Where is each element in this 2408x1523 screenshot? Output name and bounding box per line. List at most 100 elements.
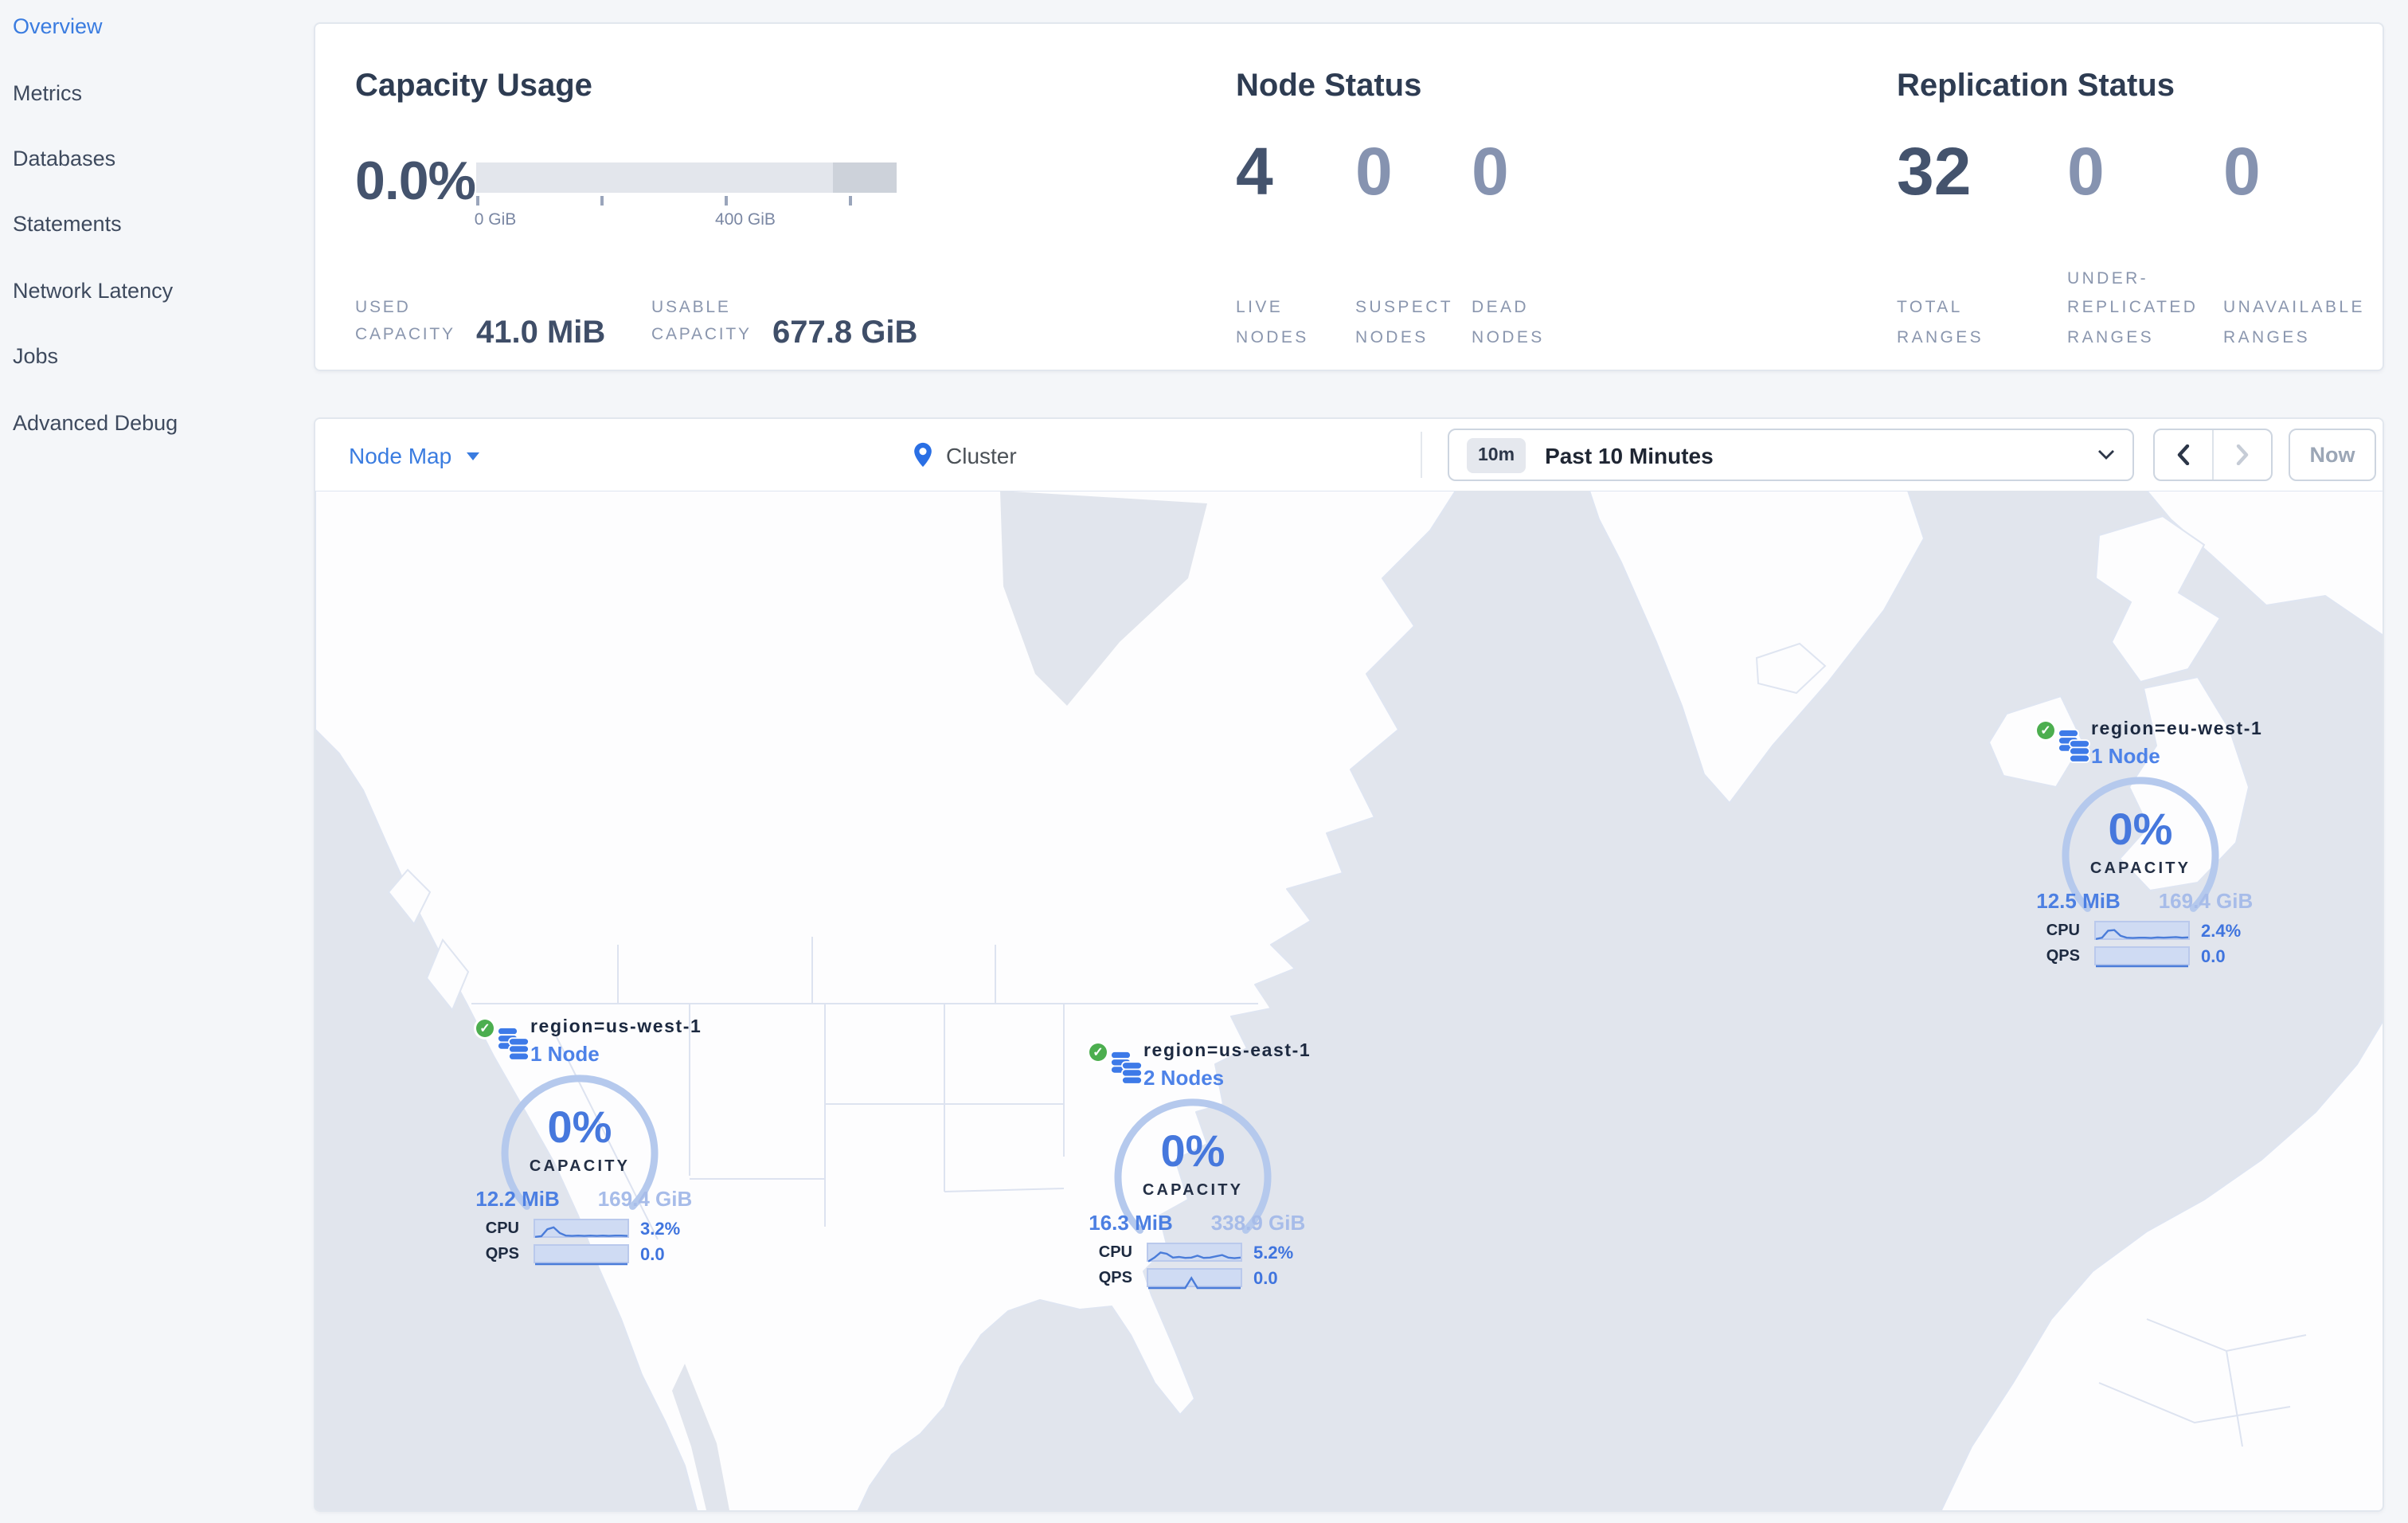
region-name: region=us-west-1: [530, 1018, 702, 1037]
region-used-capacity: 12.5 MiB: [2036, 889, 2121, 913]
breadcrumb-cluster-label: Cluster: [946, 442, 1017, 468]
capacity-label: CAPACITY: [1142, 1182, 1244, 1200]
qps-row: QPS 0.0: [1073, 1268, 1312, 1290]
cpu-value: 5.2%: [1253, 1244, 1294, 1263]
unavailable-ranges-count: 0: [2223, 134, 2261, 209]
toolbar-divider: [1421, 432, 1422, 478]
sidebar-item-statements[interactable]: Statements: [0, 191, 314, 257]
region-node-count-link[interactable]: 1 Node: [530, 1042, 600, 1066]
capacity-used-percent: 0.0%: [355, 151, 476, 212]
dead-nodes-label: DEAD NODES: [1472, 298, 1545, 347]
sidebar-item-network-latency[interactable]: Network Latency: [0, 257, 314, 323]
capacity-usage-title: Capacity Usage: [355, 69, 592, 104]
healthy-check-icon: ✓: [476, 1020, 494, 1037]
view-mode-label: Node Map: [349, 442, 452, 468]
used-capacity-stat: USED CAPACITY 41.0 MiB: [355, 296, 606, 350]
cpu-row: CPU 3.2%: [460, 1219, 699, 1239]
region-used-capacity: 12.2 MiB: [475, 1187, 560, 1211]
cpu-sparkline: [1147, 1243, 1242, 1263]
node-map-toolbar: Node Map Cluster 10m Past 10 Minutes Now: [315, 419, 2383, 492]
sidebar-item-jobs[interactable]: Jobs: [0, 323, 314, 390]
healthy-check-icon: ✓: [1089, 1043, 1107, 1061]
capacity-axis-label-0: 0 GiB: [474, 210, 517, 229]
breadcrumb[interactable]: Cluster: [913, 419, 1017, 491]
total-ranges-label: TOTAL RANGES: [1897, 298, 1984, 347]
database-icon: [497, 1027, 530, 1061]
cpu-row: CPU 5.2%: [1073, 1243, 1312, 1263]
capacity-axis-tick: [476, 196, 479, 206]
qps-value: 0.0: [640, 1246, 665, 1265]
cpu-value: 2.4%: [2201, 922, 2242, 942]
used-capacity-label: USED CAPACITY: [355, 298, 455, 345]
region-marker-us-west-1[interactable]: ✓ region=us-west-1 1 Node 0% CAPACITY 12…: [460, 1005, 702, 1270]
unavailable-ranges-label: UNAVAILABLE RANGES: [2223, 298, 2365, 347]
cpu-sparkline: [2094, 921, 2190, 940]
capacity-arc-gauge: [501, 1075, 659, 1210]
time-forward-button[interactable]: [2212, 430, 2271, 480]
under-replicated-ranges-label: UNDER-REPLICATED RANGES: [2067, 268, 2199, 347]
region-node-count-link[interactable]: 2 Nodes: [1143, 1066, 1224, 1090]
healthy-check-icon: ✓: [2037, 722, 2054, 739]
capacity-label: CAPACITY: [529, 1158, 631, 1176]
node-status-title: Node Status: [1236, 69, 1422, 104]
region-total-capacity: 338.9 GiB: [1210, 1211, 1306, 1235]
cpu-sparkline: [534, 1219, 629, 1238]
qps-sparkline: [1147, 1268, 1242, 1290]
sidebar-item-overview[interactable]: Overview: [0, 0, 314, 60]
sidebar-item-advanced-debug[interactable]: Advanced Debug: [0, 390, 314, 456]
under-replicated-ranges-count: 0: [2067, 134, 2105, 209]
live-nodes-count: 4: [1236, 134, 1273, 209]
capacity-arc-gauge: [2062, 777, 2219, 912]
sidebar-item-databases[interactable]: Databases: [0, 126, 314, 192]
qps-label: QPS: [2046, 948, 2080, 965]
cpu-row: CPU 2.4%: [2021, 921, 2260, 942]
chevron-down-icon: [2097, 449, 2115, 460]
capacity-axis-tick: [600, 196, 603, 206]
region-marker-us-east-1[interactable]: ✓ region=us-east-1 2 Nodes 0% CAPACITY 1…: [1073, 1029, 1312, 1294]
capacity-axis-tick: [849, 196, 851, 206]
time-range-dropdown[interactable]: 10m Past 10 Minutes: [1448, 429, 2134, 481]
cpu-label: CPU: [485, 1220, 519, 1238]
capacity-label: CAPACITY: [2089, 860, 2191, 878]
database-icon: [2058, 729, 2090, 763]
region-marker-eu-west-1[interactable]: ✓ region=eu-west-1 1 Node 0% CAPACITY 12…: [2021, 707, 2263, 972]
region-name: region=us-east-1: [1143, 1042, 1312, 1061]
region-capacity-percent: 0%: [2108, 805, 2173, 854]
region-capacity-percent: 0%: [1160, 1126, 1226, 1176]
capacity-bar-dark-segment: [833, 162, 897, 193]
cluster-overview-page: Overview Metrics Databases Statements Ne…: [0, 0, 2408, 1523]
view-mode-dropdown[interactable]: Node Map: [349, 419, 479, 491]
usable-capacity-label: USABLE CAPACITY: [651, 298, 752, 345]
sidebar: Overview Metrics Databases Statements Ne…: [0, 0, 314, 1523]
capacity-bar: [476, 162, 897, 193]
qps-row: QPS 0.0: [460, 1244, 699, 1266]
region-total-capacity: 169.4 GiB: [2158, 889, 2254, 913]
database-icon: [1110, 1051, 1143, 1085]
region-node-count-link[interactable]: 1 Node: [2091, 744, 2160, 768]
replication-status-title: Replication Status: [1897, 69, 2175, 104]
time-step-buttons: [2153, 429, 2273, 481]
region-used-capacity: 16.3 MiB: [1089, 1211, 1173, 1235]
time-range-label: Past 10 Minutes: [1545, 442, 1714, 468]
suspect-nodes-label: SUSPECT NODES: [1355, 298, 1453, 347]
region-name: region=eu-west-1: [2091, 720, 2263, 739]
time-back-button[interactable]: [2155, 430, 2212, 480]
region-total-capacity: 169.4 GiB: [597, 1187, 693, 1211]
qps-sparkline: [2094, 946, 2190, 968]
node-map-panel: Node Map Cluster 10m Past 10 Minutes Now…: [314, 417, 2384, 1512]
capacity-arc-gauge: [1114, 1098, 1272, 1234]
time-range-badge: 10m: [1467, 437, 1526, 472]
cpu-label: CPU: [2046, 922, 2080, 940]
suspect-nodes-count: 0: [1355, 134, 1393, 209]
world-map[interactable]: ✓ region=us-west-1 1 Node 0% CAPACITY 12…: [315, 491, 2383, 1510]
usable-capacity-value: 677.8 GiB: [772, 315, 918, 350]
cpu-value: 3.2%: [640, 1220, 681, 1239]
sidebar-item-metrics[interactable]: Metrics: [0, 60, 314, 126]
now-button[interactable]: Now: [2289, 429, 2376, 481]
map-canvas: [315, 491, 2383, 1510]
qps-label: QPS: [485, 1246, 519, 1263]
cluster-summary-panel: Capacity Usage 0.0% 0 GiB 400 GiB USED C…: [314, 22, 2384, 371]
capacity-axis-label-400: 400 GiB: [715, 210, 776, 229]
total-ranges-count: 32: [1897, 134, 1972, 209]
used-capacity-value: 41.0 MiB: [476, 315, 606, 350]
